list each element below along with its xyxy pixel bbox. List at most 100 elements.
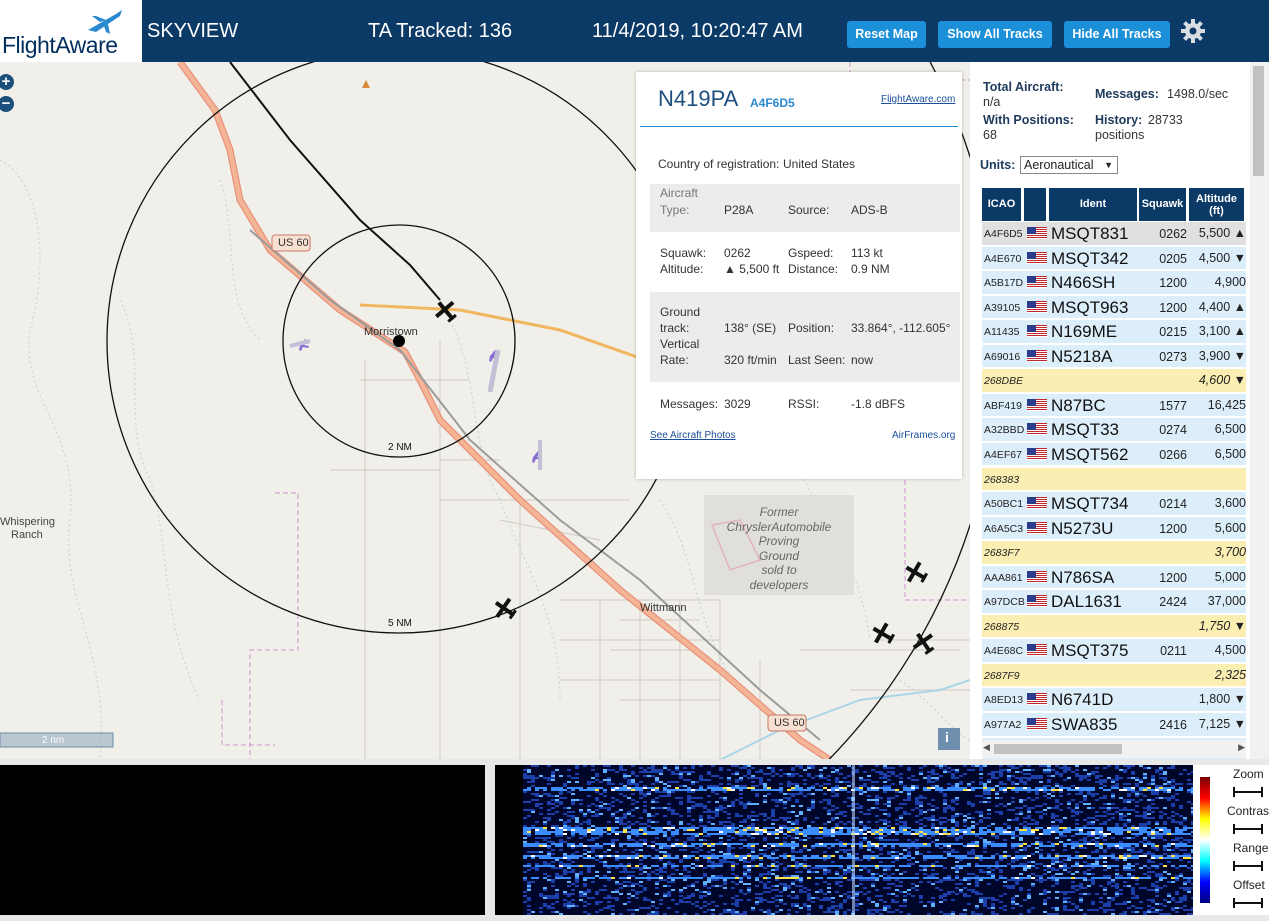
popup-ident: N419PA	[658, 86, 739, 111]
row-altitude: 4,400 ▲	[1198, 299, 1246, 314]
squawk-label: Squawk:	[660, 246, 707, 260]
row-icao: A8ED13	[984, 694, 1024, 707]
table-row[interactable]: A50BC1 MSQT734 0214 3,600	[982, 492, 1246, 516]
table-row[interactable]: A8ED13 N6741D 1,800 ▼	[982, 688, 1246, 712]
header-bar: FlightAware SKYVIEW TA Tracked: 136 11/4…	[0, 0, 1269, 62]
hide-all-tracks-button[interactable]: Hide All Tracks	[1064, 21, 1170, 48]
row-icao: A4EF67	[984, 448, 1022, 461]
column-header-squawk[interactable]: Squawk	[1139, 188, 1186, 221]
us-flag-icon	[1027, 349, 1047, 362]
place-label-ranch: Ranch	[11, 529, 43, 541]
table-row[interactable]: A4E670 MSQT342 0205 4,500 ▼	[982, 246, 1246, 271]
table-row[interactable]: A4EF67 MSQT562 0266 6,500	[982, 442, 1246, 467]
row-altitude: 3,900 ▼	[1198, 348, 1246, 363]
flightaware-link[interactable]: FlightAware.com	[881, 94, 955, 105]
messages-rate-value: 1498.0/sec	[1167, 87, 1229, 101]
table-row[interactable]: 268383	[982, 467, 1246, 491]
proving-ground-label: Former ChryslerAutomobile Proving Ground…	[704, 505, 854, 592]
row-icao: A6A5C3	[984, 522, 1024, 535]
colormap-bar	[1200, 777, 1210, 903]
row-ident: DAL1631	[1051, 592, 1122, 612]
country-value: United States	[783, 157, 856, 171]
spectrum-left-margin	[495, 765, 523, 915]
flightaware-logo[interactable]: FlightAware	[0, 0, 142, 62]
town-label-wittmann: Wittmann	[640, 602, 687, 614]
row-altitude: 3,700	[1214, 545, 1246, 560]
us-flag-icon	[1027, 521, 1047, 534]
type-label-2: Type:	[660, 203, 690, 217]
gear-icon[interactable]	[1180, 18, 1206, 44]
table-row[interactable]: A6A5C3 N5273U 1200 5,600	[982, 516, 1246, 541]
table-row[interactable]: A977A2 SWA835 2416 7,125 ▼	[982, 713, 1246, 737]
spectrum-panel: Zoom Contrast Range Offset	[0, 759, 1269, 921]
proving-ground-line-3: Proving	[758, 534, 800, 548]
table-row[interactable]: 268DBE 4,600 ▼	[982, 369, 1246, 393]
table-row[interactable]: AAA861 N786SA 1200 5,000	[982, 565, 1246, 590]
table-row[interactable]: A4F6D5 MSQT831 0262 5,500 ▲	[982, 222, 1246, 246]
row-squawk: 0273	[1159, 349, 1187, 364]
table-row[interactable]: A32BBD MSQT33 0274 6,500	[982, 418, 1246, 442]
row-ident: MSQT562	[1051, 444, 1129, 464]
table-row[interactable]: A69016 N5218A 0273 3,900 ▼	[982, 344, 1246, 369]
scroll-left-arrow[interactable]: ◀	[983, 742, 990, 753]
row-icao: AAA861	[984, 571, 1023, 584]
units-select[interactable]: Aeronautical ▼	[1020, 156, 1118, 174]
spectrum-left-black	[0, 765, 485, 915]
gspeed-value: 113 kt	[851, 246, 883, 260]
altitude-label: Altitude:	[660, 262, 704, 276]
table-row[interactable]: 268875 1,750 ▼	[982, 614, 1246, 639]
table-row[interactable]: A97DCB DAL1631 2424 37,000	[982, 590, 1246, 614]
row-squawk: 1200	[1159, 276, 1187, 291]
scrollbar-thumb[interactable]	[1253, 66, 1264, 176]
h-scrollbar-thumb[interactable]	[994, 744, 1122, 754]
zoom-slider[interactable]	[1233, 787, 1263, 797]
row-ident: N466SH	[1051, 273, 1116, 293]
range-slider[interactable]	[1233, 861, 1263, 871]
total-aircraft-value: n/a	[983, 95, 1001, 109]
side-panel-scrollbar[interactable]	[1250, 62, 1269, 759]
range-ring-label-5nm: 5 NM	[388, 618, 412, 629]
track-label-1: Ground	[660, 305, 701, 319]
row-ident: MSQT33	[1051, 420, 1120, 440]
table-row[interactable]: ABF419 N87BC 1577 16,425	[982, 393, 1246, 418]
column-header-flag[interactable]	[1024, 188, 1046, 221]
proving-ground-line-2: ChryslerAutomobile	[726, 519, 832, 534]
table-row[interactable]: 2683F7 3,700	[982, 541, 1246, 565]
table-row[interactable]: A39105 MSQT963 1200 4,400 ▲	[982, 295, 1246, 320]
table-row[interactable]: 2687F9 2,325	[982, 663, 1246, 688]
aircraft-info-popup: N419PA A4F6D5 FlightAware.com Country of…	[636, 72, 962, 479]
us-flag-icon	[1027, 644, 1047, 657]
row-squawk: 1200	[1159, 300, 1187, 315]
table-horizontal-scrollbar[interactable]: ◀ ▶	[982, 740, 1246, 758]
column-header-icao[interactable]: ICAO	[982, 188, 1021, 221]
row-altitude: 5,000	[1214, 569, 1246, 584]
row-icao: A5B17D	[984, 277, 1024, 290]
altitude-value: ▲ 5,500 ft	[724, 262, 780, 276]
row-altitude: 4,600 ▼	[1198, 373, 1246, 388]
airframes-link[interactable]: AirFrames.org	[892, 430, 955, 441]
contrast-slider[interactable]	[1233, 824, 1263, 834]
reset-map-button[interactable]: Reset Map	[847, 21, 926, 48]
row-squawk: 1200	[1159, 570, 1187, 585]
rssi-value: -1.8 dBFS	[851, 397, 906, 411]
show-all-tracks-button[interactable]: Show All Tracks	[938, 21, 1052, 48]
proving-ground-line-5: sold to	[761, 563, 797, 577]
column-header-ident[interactable]: Ident	[1049, 188, 1137, 221]
waterfall-canvas	[523, 765, 1195, 915]
table-row[interactable]: A11435 N169ME 0215 3,100 ▲	[982, 320, 1246, 344]
see-photos-link[interactable]: See Aircraft Photos	[650, 430, 736, 441]
clock: 11/4/2019, 10:20:47 AM	[592, 20, 803, 42]
table-row[interactable]: A4E68C MSQT375 0211 4,500	[982, 639, 1246, 663]
zoom-label: Zoom	[1233, 767, 1264, 781]
place-label-whispering: Whispering	[0, 516, 56, 528]
waterfall-display[interactable]	[523, 765, 1195, 915]
row-squawk: 0214	[1159, 497, 1187, 512]
offset-slider[interactable]	[1233, 898, 1263, 908]
row-icao: A39105	[984, 301, 1021, 314]
table-row[interactable]: A5B17D N466SH 1200 4,900	[982, 271, 1246, 295]
scroll-right-arrow[interactable]: ▶	[1238, 742, 1245, 753]
map-info-button[interactable]: i	[945, 729, 949, 745]
column-header-altitude[interactable]: Altitude (ft)	[1189, 188, 1244, 221]
messages-value: 3029	[724, 397, 751, 411]
row-icao: A977A2	[984, 719, 1022, 731]
